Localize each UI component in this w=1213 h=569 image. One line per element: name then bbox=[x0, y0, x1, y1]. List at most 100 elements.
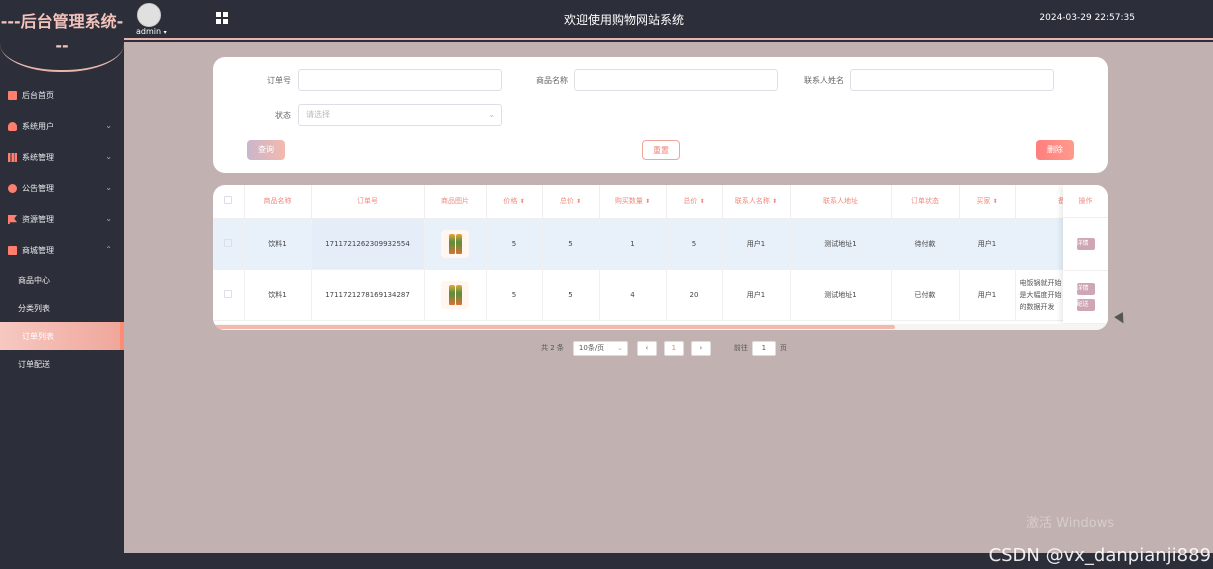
sidebar-item-delivery[interactable]: 订单配送 bbox=[0, 350, 124, 378]
col-header-sortable[interactable]: 价格 ⬍ bbox=[486, 185, 543, 219]
detail-button[interactable]: 详情 bbox=[1076, 238, 1095, 250]
logo-box: ---后台管理系统--- bbox=[0, 0, 124, 72]
sort-icon: ⬍ bbox=[992, 198, 998, 206]
sort-icon: ⬍ bbox=[645, 198, 651, 206]
detail-button[interactable]: 详情 bbox=[1076, 283, 1095, 295]
page-number[interactable]: 1 bbox=[663, 340, 684, 356]
user-icon bbox=[8, 122, 17, 131]
cell-contact: 用户1 bbox=[722, 269, 791, 321]
sidebar-item-orders[interactable]: 订单列表 bbox=[0, 322, 124, 350]
table-row[interactable]: 饮料1 1711721262309932554 5 5 1 5 用户1 测试地址… bbox=[213, 218, 1108, 270]
cell-address: 测试地址1 bbox=[790, 269, 892, 321]
next-page-button[interactable]: › bbox=[690, 340, 711, 356]
chevron-down-icon: ⌄ bbox=[488, 110, 495, 119]
sort-icon: ⬍ bbox=[699, 198, 705, 206]
header: admin ▾ 欢迎使用购物网站系统 2024-03-29 22:57:35 bbox=[124, 0, 1213, 40]
main-content: 订单号 商品名称 联系人姓名 状态 请选择 ⌄ 查询 重置 删除 商品名称 订单… bbox=[124, 42, 1213, 553]
cell-contact: 用户1 bbox=[722, 218, 791, 270]
reset-button[interactable]: 重置 bbox=[642, 140, 680, 160]
sidebar-item-resource[interactable]: 资源管理 ⌄ bbox=[0, 204, 124, 235]
contact-name-input[interactable] bbox=[850, 69, 1054, 91]
pagination: 共 2 条 10条/页 ⌄ ‹ 1 › 前往 1 页 bbox=[541, 340, 787, 356]
cell-price2: 5 bbox=[542, 269, 600, 321]
datetime: 2024-03-29 22:57:35 bbox=[1039, 13, 1135, 23]
scrollbar-thumb[interactable] bbox=[213, 325, 895, 329]
sidebar-item-system[interactable]: 系统管理 ⌄ bbox=[0, 142, 124, 173]
product-image[interactable] bbox=[441, 280, 469, 309]
col-header: 订单号 bbox=[311, 185, 425, 219]
windows-watermark: 激活 Windows bbox=[1026, 516, 1115, 531]
checkbox[interactable] bbox=[224, 289, 233, 298]
chevron-down-icon: ⌄ bbox=[617, 343, 623, 352]
chevron-down-icon: ⌄ bbox=[105, 183, 112, 192]
cell-price2: 5 bbox=[542, 218, 600, 270]
horizontal-scrollbar[interactable] bbox=[213, 324, 1108, 330]
delete-button[interactable]: 删除 bbox=[1036, 140, 1074, 160]
sidebar-item-users[interactable]: 系统用户 ⌄ bbox=[0, 111, 124, 142]
grid-icon[interactable] bbox=[216, 12, 228, 24]
status-select[interactable]: 请选择 ⌄ bbox=[298, 104, 502, 126]
sidebar: ---后台管理系统--- 后台首页 系统用户 ⌄ 系统管理 ⌄ 公告管理 ⌄ 资… bbox=[0, 0, 124, 569]
sidebar-item-shop[interactable]: 商城管理 ⌃ bbox=[0, 235, 124, 266]
sidebar-item-products[interactable]: 商品中心 bbox=[0, 266, 124, 294]
col-header-sortable[interactable]: 总价 ⬍ bbox=[542, 185, 600, 219]
col-header: 联系人地址 bbox=[790, 185, 892, 219]
chevron-down-icon: ⌄ bbox=[105, 152, 112, 161]
sidebar-item-categories[interactable]: 分类列表 bbox=[0, 294, 124, 322]
search-form: 订单号 商品名称 联系人姓名 状态 请选择 ⌄ 查询 重置 删除 bbox=[213, 57, 1108, 173]
chevron-up-icon: ⌃ bbox=[105, 245, 112, 254]
cell-buyer: 用户1 bbox=[959, 269, 1016, 321]
sidebar-item-label: 系统用户 bbox=[22, 122, 54, 131]
col-header-sortable[interactable]: 购买数量 ⬍ bbox=[599, 185, 667, 219]
prev-page-button[interactable]: ‹ bbox=[636, 340, 657, 356]
operation-cell: 详情 bbox=[1063, 218, 1108, 271]
col-header: 商品图片 bbox=[424, 185, 487, 219]
logo-text: ---后台管理系统--- bbox=[0, 12, 124, 55]
caret-down-icon: ▾ bbox=[163, 29, 167, 36]
sort-icon: ⬍ bbox=[576, 198, 582, 206]
flag-icon bbox=[8, 215, 17, 224]
operation-header: 操作 bbox=[1063, 185, 1108, 218]
sort-icon: ⬍ bbox=[772, 198, 778, 206]
col-header: 订单状态 bbox=[891, 185, 960, 219]
page-size-select[interactable]: 10条/页 ⌄ bbox=[572, 340, 628, 356]
col-header-sortable[interactable]: 总价 ⬍ bbox=[666, 185, 723, 219]
table-row[interactable]: 饮料1 1711721278169134287 5 5 4 20 用户1 测试地… bbox=[213, 269, 1108, 321]
product-image[interactable] bbox=[441, 229, 469, 258]
sidebar-item-home[interactable]: 后台首页 bbox=[0, 80, 124, 111]
status-label: 状态 bbox=[275, 111, 291, 120]
goto-page-input[interactable]: 1 bbox=[751, 340, 776, 356]
avatar[interactable] bbox=[137, 3, 161, 27]
sidebar-item-label: 公告管理 bbox=[22, 184, 54, 193]
order-no-label: 订单号 bbox=[267, 76, 291, 85]
order-no-input[interactable] bbox=[298, 69, 502, 91]
delivery-button[interactable]: 配送 bbox=[1076, 299, 1095, 311]
checkbox[interactable] bbox=[224, 238, 233, 247]
checkbox[interactable] bbox=[224, 196, 233, 205]
cell-address: 测试地址1 bbox=[790, 218, 892, 270]
sidebar-item-notice[interactable]: 公告管理 ⌄ bbox=[0, 173, 124, 204]
chevron-down-icon: ⌄ bbox=[105, 121, 112, 130]
chevron-down-icon: ⌄ bbox=[105, 214, 112, 223]
cell-status: 待付款 bbox=[891, 218, 960, 270]
contact-name-label: 联系人姓名 bbox=[804, 76, 844, 85]
cell-buyer: 用户1 bbox=[959, 218, 1016, 270]
user-menu[interactable]: admin ▾ bbox=[136, 27, 167, 36]
cell-price: 5 bbox=[486, 218, 543, 270]
select-all-header[interactable] bbox=[213, 185, 245, 219]
cell-name: 饮料1 bbox=[244, 218, 312, 270]
cell-order-no: 1711721278169134287 bbox=[311, 269, 425, 321]
username: admin bbox=[136, 27, 162, 36]
query-button[interactable]: 查询 bbox=[247, 140, 285, 160]
status-placeholder: 请选择 bbox=[306, 110, 330, 119]
shop-submenu: 商品中心 分类列表 订单列表 订单配送 bbox=[0, 266, 124, 378]
sidebar-item-label: 资源管理 bbox=[22, 215, 54, 224]
sidebar-item-label: 后台首页 bbox=[22, 91, 54, 100]
col-header-sortable[interactable]: 联系人名称 ⬍ bbox=[722, 185, 791, 219]
col-header-sortable[interactable]: 买家 ⬍ bbox=[959, 185, 1016, 219]
col-header: 商品名称 bbox=[244, 185, 312, 219]
page-title: 欢迎使用购物网站系统 bbox=[564, 13, 685, 27]
cell-order-no: 1711721262309932554 bbox=[311, 218, 425, 270]
product-name-input[interactable] bbox=[574, 69, 778, 91]
operation-column: 操作 详情 详情 配送 bbox=[1063, 185, 1108, 324]
